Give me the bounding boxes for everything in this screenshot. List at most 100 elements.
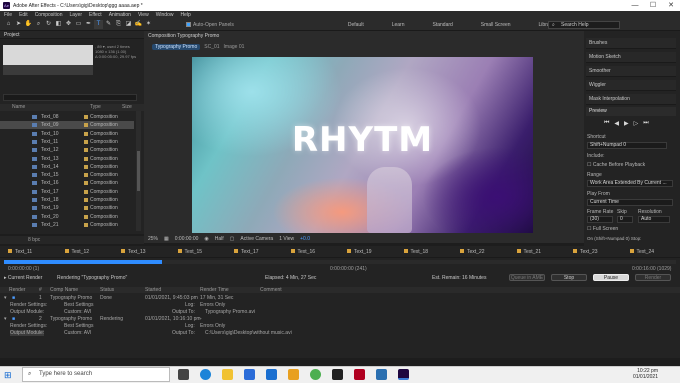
project-panel-title[interactable]: Project <box>0 31 144 39</box>
menu-file[interactable]: File <box>4 12 12 18</box>
label-color-swatch[interactable] <box>84 222 88 227</box>
col-comment[interactable]: Comment <box>260 287 282 293</box>
timeline-tab[interactable]: Text_22 <box>454 247 485 257</box>
label-color-swatch[interactable] <box>84 156 88 161</box>
menu-layer[interactable]: Layer <box>69 12 82 18</box>
magnification-dropdown[interactable]: 25% <box>148 236 158 242</box>
pen-tool-icon[interactable]: ✒ <box>84 20 93 29</box>
selection-tool-icon[interactable]: ➤ <box>14 20 23 29</box>
hand-tool-icon[interactable]: ✋ <box>24 20 33 29</box>
project-item-row[interactable]: Text_17 Composition <box>0 188 134 196</box>
roto-brush-tool-icon[interactable]: ✍ <box>134 20 143 29</box>
file-explorer-icon[interactable] <box>222 369 233 380</box>
pause-button[interactable]: Pause <box>593 274 629 281</box>
preview-panel-title[interactable]: Preview <box>586 107 676 116</box>
output-to-value[interactable]: C:\Users\gig\Desktop\without music.avi <box>205 330 292 336</box>
bit-depth[interactable]: 8 bpc <box>28 237 40 243</box>
project-search-input[interactable] <box>3 94 137 101</box>
menu-window[interactable]: Window <box>156 12 174 18</box>
column-size[interactable]: Size <box>122 104 132 111</box>
stop-button[interactable]: Stop <box>551 274 587 281</box>
render-button[interactable]: Render <box>635 274 671 281</box>
project-item-row[interactable]: Text_13 Composition <box>0 155 134 163</box>
label-color-swatch[interactable] <box>84 214 88 219</box>
after-effects-taskbar-icon[interactable] <box>398 369 409 380</box>
app-icon[interactable] <box>376 369 387 380</box>
col-comp-name[interactable]: Comp Name <box>50 287 78 293</box>
camera-dropdown[interactable]: Active Camera <box>240 236 273 242</box>
panel-wiggler[interactable]: Wiggler <box>586 80 676 91</box>
minimize-button[interactable]: — <box>626 0 644 11</box>
panel-smoother[interactable]: Smoother <box>586 66 676 77</box>
skip-dropdown[interactable]: 0 <box>617 216 633 223</box>
project-item-row[interactable]: Text_11 Composition <box>0 138 134 146</box>
rotate-tool-icon[interactable]: ↻ <box>44 20 53 29</box>
last-frame-icon[interactable]: ⏭ <box>643 120 648 127</box>
render-settings-value[interactable]: Best Settings <box>64 302 93 308</box>
project-item-row[interactable]: Text_09 Composition <box>0 121 134 130</box>
pan-behind-tool-icon[interactable]: ✥ <box>64 20 73 29</box>
breadcrumb-sc01[interactable]: SC_01 <box>204 44 219 50</box>
puppet-tool-icon[interactable]: ✶ <box>144 20 153 29</box>
play-from-dropdown[interactable]: Current Time <box>587 199 673 206</box>
timeline-tab[interactable]: Text_12 <box>59 247 89 257</box>
panel-mask-interpolation[interactable]: Mask Interpolation <box>586 94 676 105</box>
exposure-value[interactable]: +0.0 <box>300 236 310 242</box>
project-item-row[interactable]: Text_12 Composition <box>0 146 134 154</box>
menu-effect[interactable]: Effect <box>89 12 102 18</box>
column-name[interactable]: Name <box>12 104 25 111</box>
expand-icon[interactable]: ▾ <box>4 295 7 301</box>
col-status[interactable]: Status <box>100 287 114 293</box>
col-number[interactable]: # <box>39 287 42 293</box>
view-layout-dropdown[interactable]: 1 View <box>279 236 294 242</box>
timeline-tab[interactable]: Text_11 <box>2 247 32 257</box>
maximize-button[interactable]: ☐ <box>644 0 662 11</box>
search-help-field[interactable]: ⌕ Search Help <box>548 21 620 29</box>
resolution-dropdown[interactable]: Half <box>215 236 224 242</box>
expand-icon[interactable]: ▾ <box>4 316 7 322</box>
roi-icon[interactable]: ▢ <box>230 236 235 242</box>
home-icon[interactable]: ⌂ <box>4 20 13 29</box>
panel-motion-sketch[interactable]: Motion Sketch <box>586 52 676 63</box>
play-icon[interactable]: ▶ <box>624 120 629 127</box>
auto-open-panels-checkbox[interactable] <box>186 22 191 27</box>
composition-viewer[interactable]: RHYTM <box>192 57 533 233</box>
project-item-row[interactable]: Text_15 Composition <box>0 171 134 179</box>
type-tool-icon[interactable]: T <box>94 20 103 29</box>
first-frame-icon[interactable]: ⏮ <box>604 120 609 127</box>
task-view-icon[interactable] <box>178 369 189 380</box>
menu-view[interactable]: View <box>138 12 149 18</box>
project-item-row[interactable]: Text_14 Composition <box>0 163 134 171</box>
col-started[interactable]: Started <box>145 287 161 293</box>
timecode-display[interactable]: 0:00:00:00 <box>175 236 199 242</box>
menu-help[interactable]: Help <box>180 12 190 18</box>
current-render-toggle[interactable]: ▸ Current Render <box>4 275 42 281</box>
output-to-value[interactable]: Typography Promo.avi <box>205 309 255 315</box>
timeline-tab[interactable]: Text_23 <box>567 247 598 257</box>
timeline-tab[interactable]: Text_19 <box>341 247 372 257</box>
column-type[interactable]: Type <box>90 104 101 111</box>
netflix-icon[interactable] <box>332 369 343 380</box>
project-item-row[interactable]: Text_21 Composition <box>0 221 134 229</box>
composition-tab[interactable]: Composition Typography Promo <box>148 33 219 40</box>
media-icon[interactable] <box>354 369 365 380</box>
label-color-swatch[interactable] <box>84 115 88 119</box>
store-icon[interactable] <box>244 369 255 380</box>
brush-tool-icon[interactable]: ✎ <box>104 20 113 29</box>
close-button[interactable]: ✕ <box>662 0 680 11</box>
camera-tool-icon[interactable]: ◧ <box>54 20 63 29</box>
output-module-value[interactable]: Custom: AVI <box>64 330 91 336</box>
menu-edit[interactable]: Edit <box>19 12 28 18</box>
label-color-swatch[interactable] <box>84 189 88 194</box>
timeline-tab[interactable]: Text_16 <box>285 247 315 257</box>
timeline-tab[interactable]: Text_15 <box>172 247 202 257</box>
workspace-default[interactable]: Default <box>334 22 378 28</box>
panel-brushes[interactable]: Brushes <box>586 38 676 49</box>
render-settings-value[interactable]: Best Settings <box>64 323 93 329</box>
col-render-time[interactable]: Render Time <box>200 287 229 293</box>
project-item-row[interactable]: Text_19 Composition <box>0 204 134 212</box>
zoom-tool-icon[interactable]: ⌕ <box>34 20 43 29</box>
rectangle-tool-icon[interactable]: ▭ <box>74 20 83 29</box>
label-color-swatch[interactable] <box>84 206 88 211</box>
shortcut-dropdown[interactable]: Shift+Numpad 0 <box>587 142 667 149</box>
